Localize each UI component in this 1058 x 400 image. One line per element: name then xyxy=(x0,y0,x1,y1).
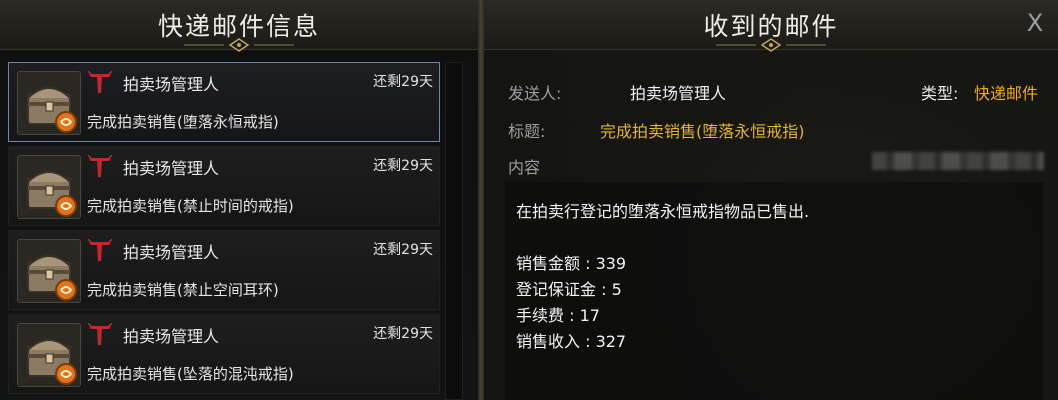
content-line: 销售金额 : 339 xyxy=(516,254,627,273)
mail-item[interactable]: 拍卖场管理人 还剩29天 完成拍卖销售(堕落永恒戒指) xyxy=(8,62,440,142)
mail-item[interactable]: 拍卖场管理人 还剩29天 完成拍卖销售(禁止空间耳环) xyxy=(8,230,440,310)
content-label: 内容 xyxy=(508,158,541,177)
sender-label: 发送人: xyxy=(508,84,562,103)
type-label: 类型: xyxy=(921,84,959,103)
mail-item[interactable]: 拍卖场管理人 还剩29天 完成拍卖销售(禁止时间的戒指) xyxy=(8,146,440,226)
title-ornament-icon xyxy=(184,38,294,52)
treasure-chest-icon xyxy=(17,239,81,303)
auction-house-emblem-icon xyxy=(87,239,113,261)
content-line: 销售收入 : 327 xyxy=(516,332,627,351)
auction-house-emblem-icon xyxy=(87,71,113,93)
sender-value: 拍卖场管理人 xyxy=(630,84,727,103)
mail-list: 拍卖场管理人 还剩29天 完成拍卖销售(堕落永恒戒指) 拍卖场管理人 还剩29天… xyxy=(8,62,440,398)
obscured-region xyxy=(872,152,1044,170)
mail-sender: 拍卖场管理人 xyxy=(123,327,220,346)
title-ornament-icon xyxy=(716,38,826,52)
mail-subject: 完成拍卖销售(禁止时间的戒指) xyxy=(87,197,294,215)
treasure-chest-icon xyxy=(17,71,81,135)
auction-house-emblem-icon xyxy=(87,323,113,345)
treasure-chest-icon xyxy=(17,323,81,387)
mail-days-left: 还剩29天 xyxy=(373,242,433,258)
subject-value: 完成拍卖销售(堕落永恒戒指) xyxy=(600,122,805,141)
subject-label: 标题: xyxy=(508,122,546,141)
mail-subject: 完成拍卖销售(坠落的混沌戒指) xyxy=(87,365,294,383)
treasure-chest-icon xyxy=(17,155,81,219)
mail-sender: 拍卖场管理人 xyxy=(123,243,220,262)
mail-sender: 拍卖场管理人 xyxy=(123,159,220,178)
mail-sender: 拍卖场管理人 xyxy=(123,75,220,94)
auction-house-emblem-icon xyxy=(87,155,113,177)
mail-subject: 完成拍卖销售(堕落永恒戒指) xyxy=(87,113,279,131)
type-value: 快递邮件 xyxy=(974,84,1039,103)
mail-days-left: 还剩29天 xyxy=(373,74,433,90)
close-icon[interactable]: X xyxy=(1022,10,1048,36)
mail-subject: 完成拍卖销售(禁止空间耳环) xyxy=(87,281,279,299)
mail-list-scrollbar[interactable] xyxy=(445,62,463,400)
content-line: 在拍卖行登记的堕落永恒戒指物品已售出. xyxy=(516,202,810,221)
content-line: 手续费 : 17 xyxy=(516,306,600,325)
mail-item[interactable]: 拍卖场管理人 还剩29天 完成拍卖销售(坠落的混沌戒指) xyxy=(8,314,440,394)
mail-days-left: 还剩29天 xyxy=(373,158,433,174)
content-line: 登记保证金 : 5 xyxy=(516,280,622,299)
mail-detail-titlebar: 收到的邮件 X xyxy=(484,0,1058,52)
mail-days-left: 还剩29天 xyxy=(373,326,433,342)
mail-list-titlebar: 快递邮件信息 xyxy=(0,0,478,52)
